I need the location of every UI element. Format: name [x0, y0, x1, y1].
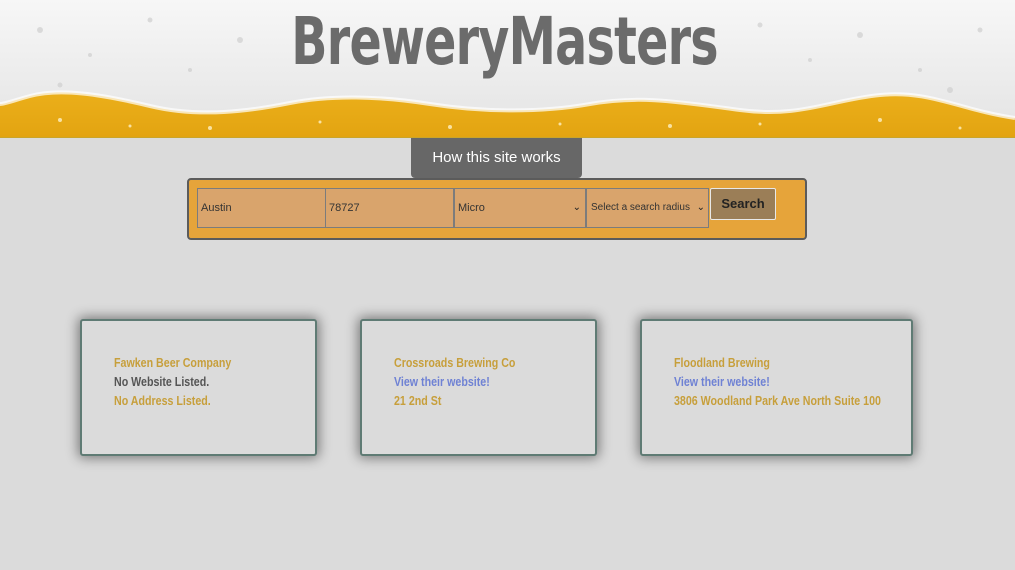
brewery-name: Crossroads Brewing Co — [394, 355, 516, 370]
search-radius-value: Select a search radius — [591, 202, 690, 213]
brewery-card: Fawken Beer Company No Website Listed. N… — [80, 319, 317, 456]
brewery-address: No Address Listed. — [114, 393, 211, 408]
brewery-website-link[interactable]: View their website! — [674, 372, 881, 391]
brewery-card: Floodland Brewing View their website! 38… — [640, 319, 913, 456]
brewery-card: Crossroads Brewing Co View their website… — [360, 319, 597, 456]
brewery-type-value: Micro — [458, 202, 485, 214]
brewery-address: 21 2nd St — [394, 393, 442, 408]
brewery-website: No Website Listed. — [114, 374, 210, 389]
brewery-website-link[interactable]: View their website! — [394, 372, 515, 391]
search-button[interactable]: Search — [710, 188, 776, 220]
chevron-down-icon: ⌄ — [696, 202, 705, 213]
zip-input[interactable]: 78727 — [325, 188, 454, 228]
chevron-down-icon: ⌄ — [572, 202, 581, 213]
header-banner: BreweryMasters — [0, 0, 1015, 138]
site-title: BreweryMasters — [291, 3, 718, 80]
brewery-type-select[interactable]: Micro ⌄ — [454, 188, 586, 228]
brewery-name: Floodland Brewing — [674, 355, 770, 370]
city-input[interactable]: Austin — [197, 188, 326, 228]
brewery-address: 3806 Woodland Park Ave North Suite 100 — [674, 393, 881, 408]
brewery-name: Fawken Beer Company — [114, 355, 232, 370]
search-form: Austin 78727 Micro ⌄ Select a search rad… — [187, 178, 807, 240]
how-site-works-button[interactable]: How this site works — [411, 138, 582, 178]
search-radius-select[interactable]: Select a search radius ⌄ — [586, 188, 709, 228]
